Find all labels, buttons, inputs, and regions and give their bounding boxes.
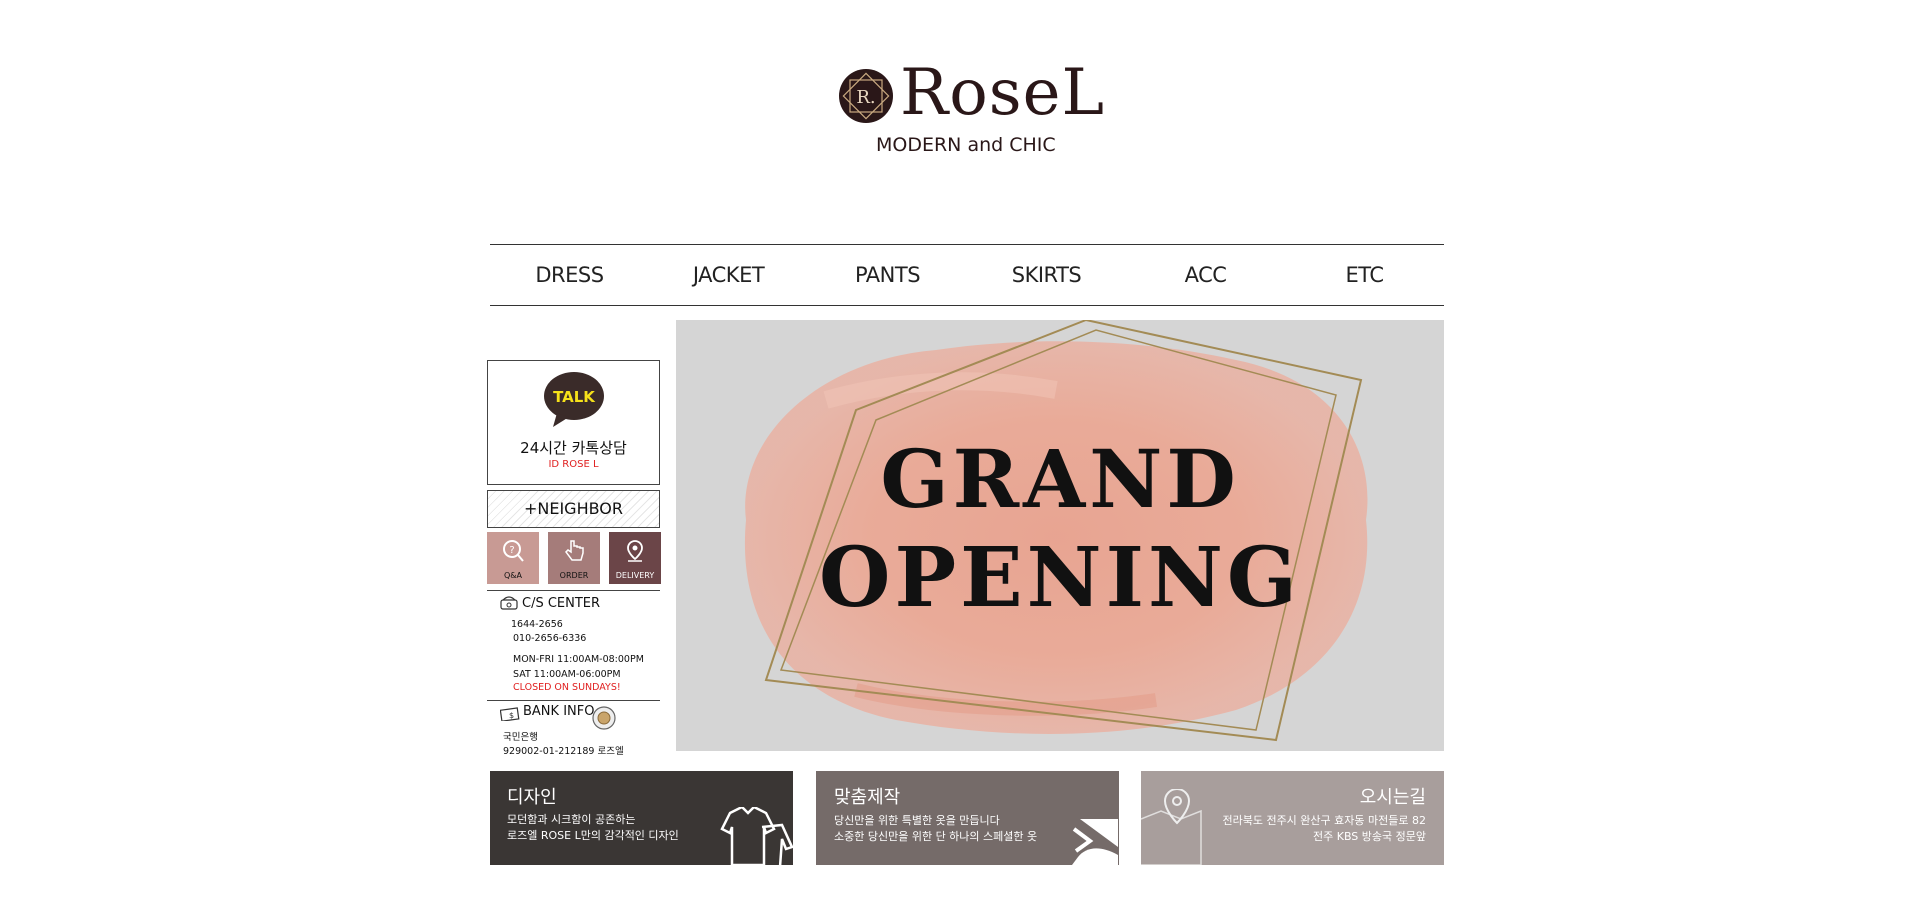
nav-skirts[interactable]: SKIRTS — [967, 263, 1126, 287]
delivery-button[interactable]: DELIVERY — [609, 532, 661, 584]
banner-line2: OPENING — [819, 530, 1301, 626]
tape-measure-icon — [1072, 819, 1118, 865]
talk-title: 24시간 카톡상담 — [520, 439, 627, 457]
card-design-title: 디자인 — [507, 787, 557, 808]
main-nav: DRESS JACKET PANTS SKIRTS ACC ETC — [490, 244, 1444, 306]
cs-hours-saturday: SAT 11:00AM-06:00PM — [513, 669, 621, 680]
kakao-talk-icon: TALK — [544, 372, 604, 427]
question-search-icon: ? — [503, 540, 524, 562]
svg-text:?: ? — [509, 545, 514, 556]
hand-pointer-icon — [565, 540, 584, 561]
nav-pants[interactable]: PANTS — [808, 263, 967, 287]
neighbor-button[interactable]: +NEIGHBOR — [487, 490, 660, 528]
order-button[interactable]: ORDER — [548, 532, 600, 584]
delivery-label: DELIVERY — [615, 571, 655, 580]
logo-emblem-icon: R. — [839, 69, 893, 123]
coin-icon — [592, 706, 616, 730]
phone-icon — [500, 596, 518, 610]
card-custom-title: 맞춤제작 — [834, 787, 901, 808]
card-directions[interactable]: 오시는길 전라북도 전주시 완산구 효자동 마전들로 82 전주 KBS 방송국… — [1141, 771, 1444, 865]
card-design[interactable]: 디자인 모던함과 시크함이 공존하는 로즈엘 ROSE L만의 감각적인 디자인 — [490, 771, 793, 865]
cs-hours-weekday: MON-FRI 11:00AM-08:00PM — [513, 654, 644, 665]
bank-name: 국민은행 — [503, 732, 538, 743]
card-custom-made[interactable]: 맞춤제작 당신만을 위한 특별한 옷을 만듭니다 소중한 당신만을 위한 단 하… — [816, 771, 1119, 865]
kakao-talk-box[interactable]: TALK 24시간 카톡상담 ID ROSE L — [487, 360, 660, 485]
bank-title: BANK INFO — [523, 704, 595, 719]
nav-etc[interactable]: ETC — [1285, 263, 1444, 287]
brand-name: RoseL — [900, 56, 1105, 130]
talk-id: ID ROSE L — [548, 459, 599, 470]
cs-phone2: 010-2656-6336 — [513, 633, 587, 644]
order-label: ORDER — [559, 571, 589, 580]
bank-account: 929002-01-212189 로즈엘 — [503, 746, 624, 757]
nav-jacket[interactable]: JACKET — [649, 263, 808, 287]
map-pin-icon — [1141, 789, 1202, 865]
bankbook-icon: $ — [500, 707, 520, 721]
svg-text:TALK: TALK — [553, 388, 596, 406]
cs-title: C/S CENTER — [522, 596, 601, 611]
brand-tagline: MODERN and CHIC — [876, 134, 1056, 156]
card-directions-landmark: 전주 KBS 방송국 정문앞 — [1313, 830, 1426, 843]
svg-text:$: $ — [509, 711, 514, 720]
brand-logo[interactable]: R. RoseL MODERN and CHIC — [838, 56, 1104, 164]
svg-text:R.: R. — [856, 87, 875, 108]
nav-dress[interactable]: DRESS — [490, 263, 649, 287]
card-design-line1: 모던함과 시크함이 공존하는 — [507, 813, 636, 826]
card-directions-address: 전라북도 전주시 완산구 효자동 마전들로 82 — [1222, 814, 1426, 827]
cs-closed-note: CLOSED ON SUNDAYS! — [513, 682, 621, 693]
clothing-icon — [720, 807, 793, 865]
card-custom-line1: 당신만을 위한 특별한 옷을 만듭니다 — [834, 814, 1000, 827]
grand-opening-banner[interactable]: GRAND OPENING — [676, 320, 1444, 751]
card-custom-line2: 소중한 당신만을 위한 단 하나의 스페셜한 옷 — [834, 830, 1038, 843]
card-design-line2: 로즈엘 ROSE L만의 감각적인 디자인 — [507, 829, 679, 842]
card-directions-title: 오시는길 — [1359, 787, 1426, 808]
cs-phone1: 1644-2656 — [511, 619, 563, 630]
qna-button[interactable]: ? Q&A — [487, 532, 539, 584]
banner-line1: GRAND — [880, 432, 1240, 526]
divider — [487, 700, 660, 701]
nav-acc[interactable]: ACC — [1126, 263, 1285, 287]
qna-label: Q&A — [503, 571, 522, 580]
divider — [487, 590, 660, 591]
location-pin-icon — [627, 540, 643, 562]
